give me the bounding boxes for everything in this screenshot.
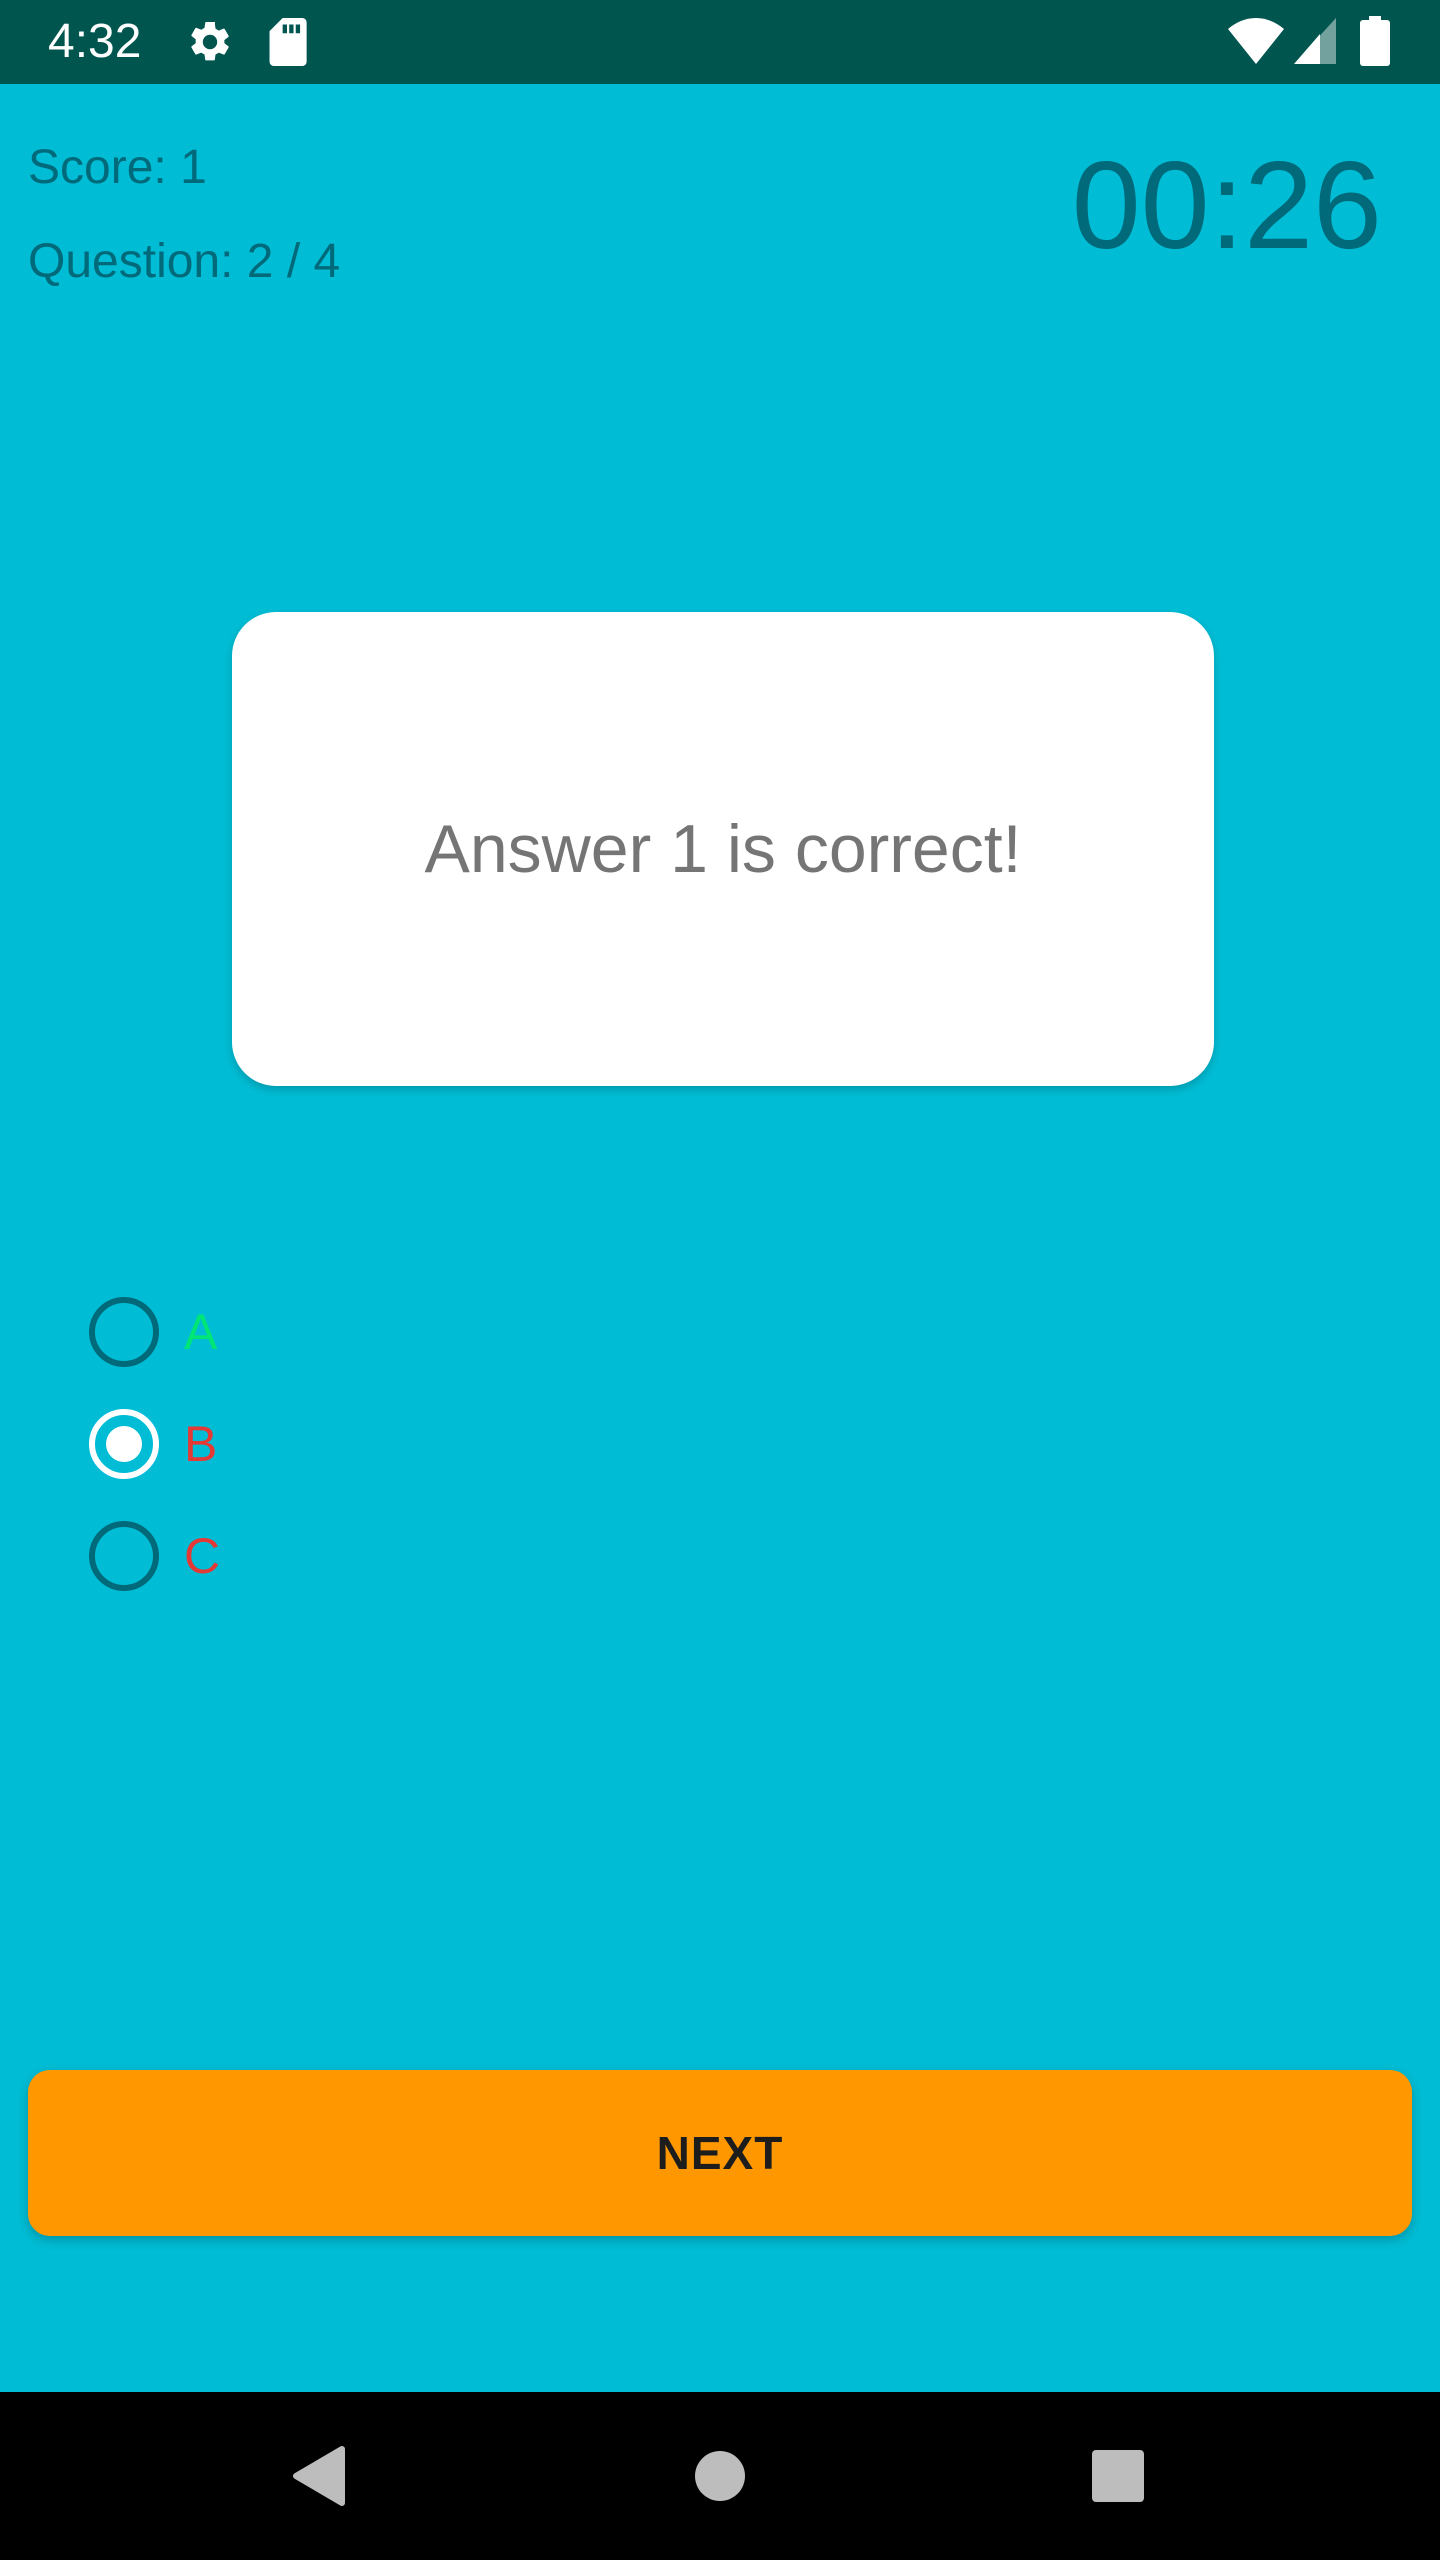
recents-icon — [1092, 2450, 1144, 2502]
battery-icon — [1360, 16, 1390, 66]
question-counter: Question: 2 / 4 — [28, 235, 341, 288]
nav-home-button[interactable] — [636, 2392, 804, 2560]
radio-unchecked-icon[interactable] — [86, 1294, 162, 1370]
radio-unchecked-icon[interactable] — [86, 1518, 162, 1594]
score-label: Score: 1 — [28, 141, 207, 194]
settings-icon — [191, 21, 229, 61]
back-icon — [293, 2446, 345, 2506]
nav-back-button[interactable] — [234, 2392, 402, 2560]
option-b-label: B — [184, 1416, 218, 1472]
signal-icon — [1294, 18, 1336, 64]
quiz-screen: Score: 1 Question: 2 / 4 00:26 Answer 1 … — [0, 84, 1440, 2392]
navigation-bar — [0, 2392, 1440, 2560]
home-icon — [695, 2451, 745, 2501]
option-a-label: A — [184, 1304, 218, 1360]
wifi-icon — [1228, 18, 1284, 64]
question-card: Answer 1 is correct! — [232, 612, 1214, 1086]
option-b[interactable]: B — [86, 1406, 217, 1482]
status-time: 4:32 — [48, 15, 142, 68]
radio-checked-icon[interactable] — [86, 1406, 162, 1482]
sd-card-icon — [269, 18, 307, 66]
option-c[interactable]: C — [86, 1518, 220, 1594]
option-c-label: C — [184, 1528, 221, 1584]
status-bar: 4:32 — [0, 0, 1440, 84]
countdown-timer: 00:26 — [1071, 137, 1382, 275]
option-a[interactable]: A — [86, 1294, 217, 1370]
next-button[interactable]: NEXT — [28, 2070, 1412, 2236]
nav-recents-button[interactable] — [1034, 2392, 1202, 2560]
question-text: Answer 1 is correct! — [424, 811, 1022, 887]
